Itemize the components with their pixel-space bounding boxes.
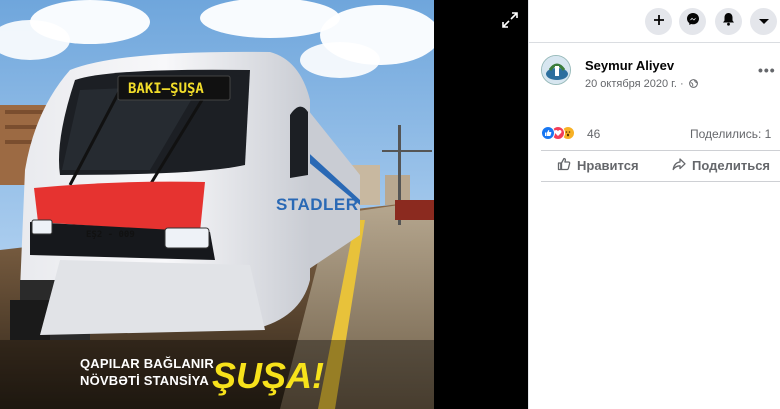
reaction-count: 46 [587, 127, 601, 141]
caption-line-2: NÖVBƏTİ STANSİYA [80, 373, 209, 388]
train-illustration [0, 0, 434, 409]
photo-caption: QAPILAR BAĞLANIR NÖVBƏTİ STANSİYA [80, 355, 214, 389]
notifications-button[interactable] [715, 8, 742, 35]
reactions-summary[interactable]: 46 [541, 126, 600, 141]
destination-sign-text: BAKI–ŞUŞA [128, 81, 204, 97]
like-label: Нравится [577, 158, 639, 173]
post-options-button[interactable]: ••• [758, 62, 776, 78]
train-number: EŞ2 - 009 [86, 230, 135, 240]
create-button[interactable] [645, 8, 672, 35]
caption-destination: ŞUŞA! [212, 355, 325, 396]
thumbs-up-icon [557, 157, 577, 174]
chevron-down-icon [758, 13, 770, 31]
post-side-panel: Seymur Aliyev 20 октября 2020 г. · ••• 4… [528, 0, 780, 409]
post-date-text: 20 октября 2020 г. · [585, 78, 684, 90]
share-label: Поделиться [692, 158, 771, 173]
post-author-block: Seymur Aliyev 20 октября 2020 г. · [541, 55, 698, 90]
messenger-icon [686, 12, 700, 31]
like-button[interactable]: Нравится [557, 157, 639, 174]
like-reaction-icon [541, 126, 555, 140]
plus-icon [653, 13, 665, 31]
author-name[interactable]: Seymur Aliyev [585, 58, 674, 73]
media-viewer: BAKI–ŞUŞA STADLER EŞ2 - 009 QAPILAR BAĞL… [0, 0, 528, 409]
bell-icon [722, 12, 735, 31]
avatar[interactable] [541, 55, 571, 85]
account-menu-button[interactable] [750, 8, 777, 35]
globe-icon [688, 79, 698, 91]
post-photo: BAKI–ŞUŞA STADLER EŞ2 - 009 QAPILAR BAĞL… [0, 0, 434, 409]
messenger-button[interactable] [679, 8, 706, 35]
post-action-bar: Нравится Поделиться [541, 150, 780, 182]
brand-text: STADLER [276, 195, 359, 214]
share-count[interactable]: Поделились: 1 [690, 127, 771, 141]
post-date[interactable]: 20 октября 2020 г. · [585, 78, 698, 91]
caption-line-1: QAPILAR BAĞLANIR [80, 356, 214, 371]
share-button[interactable]: Поделиться [672, 157, 770, 174]
fullscreen-expand-icon[interactable] [500, 10, 520, 30]
share-arrow-icon [672, 157, 692, 174]
top-action-bar [529, 0, 780, 43]
photo-viewer-page: BAKI–ŞUŞA STADLER EŞ2 - 009 QAPILAR BAĞL… [0, 0, 780, 409]
